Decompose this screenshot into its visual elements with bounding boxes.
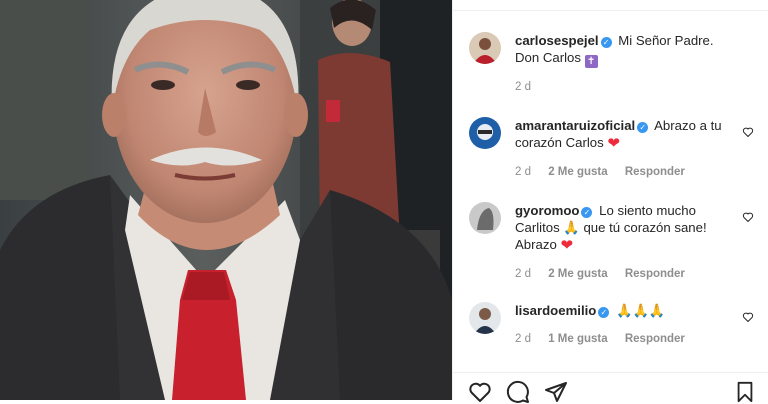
comment-meta: 2 d 2 Me gusta Responder [515, 166, 699, 178]
divider [453, 372, 768, 373]
post-photo[interactable] [0, 0, 452, 400]
timestamp[interactable]: 2 d [515, 268, 531, 280]
comment-item: lisardoemilio ✓ 🙏🙏🙏 2 d 1 Me gusta Respon… [469, 302, 754, 352]
cross-emoji: ✝ [584, 55, 598, 68]
heart-emoji: ❤ [560, 237, 574, 254]
comments-panel: carlosespejel ✓ Mi Señor Padre. Don Carlo… [452, 0, 768, 403]
avatar[interactable] [469, 32, 501, 64]
likes-count[interactable]: 2 Me gusta [548, 268, 607, 280]
username-link[interactable]: gyoromoo [515, 203, 579, 218]
post-photo-image [0, 0, 452, 400]
divider [453, 10, 768, 11]
like-comment-heart-icon[interactable] [742, 126, 754, 138]
likes-count[interactable]: 2 Me gusta [548, 166, 607, 178]
praying-hands-emoji: 🙏 [563, 220, 580, 235]
avatar-image [469, 302, 501, 334]
comment-item: amarantaruizoficial ✓ Abrazo a tu corazón… [469, 117, 754, 183]
avatar[interactable] [469, 302, 501, 334]
bookmark-icon[interactable] [734, 380, 756, 404]
reply-button[interactable]: Responder [625, 166, 685, 178]
avatar[interactable] [469, 202, 501, 234]
caption-text: carlosespejel ✓ Mi Señor Padre. Don Carlo… [515, 32, 728, 68]
username-link[interactable]: carlosespejel [515, 33, 599, 48]
verified-badge-icon: ✓ [598, 307, 610, 318]
reply-button[interactable]: Responder [625, 333, 685, 345]
comment-item: gyoromoo ✓ Lo siento mucho Carlitos 🙏 que… [469, 202, 754, 286]
comment-bubble-icon[interactable] [505, 380, 531, 404]
heart-outline-icon[interactable] [467, 380, 493, 404]
avatar-image [469, 117, 501, 149]
post-action-bar [467, 380, 756, 404]
username-link[interactable]: lisardoemilio [515, 303, 596, 318]
comment-text: amarantaruizoficial ✓ Abrazo a tu corazón… [515, 117, 728, 152]
praying-hands-emoji: 🙏🙏🙏 [616, 303, 666, 318]
comment-meta: 2 d 1 Me gusta Responder [515, 333, 699, 345]
avatar-image [469, 202, 501, 234]
comment-text: lisardoemilio ✓ 🙏🙏🙏 [515, 302, 728, 319]
avatar-image [469, 32, 501, 64]
username-link[interactable]: amarantaruizoficial [515, 118, 635, 133]
timestamp[interactable]: 2 d [515, 81, 531, 93]
timestamp[interactable]: 2 d [515, 333, 531, 345]
verified-badge-icon: ✓ [600, 37, 612, 48]
post-caption: carlosespejel ✓ Mi Señor Padre. Don Carlo… [469, 32, 754, 96]
like-comment-heart-icon[interactable] [742, 311, 754, 323]
comment-meta: 2 d 2 Me gusta Responder [515, 268, 699, 280]
caption-meta: 2 d [515, 81, 545, 93]
heart-emoji: ❤ [607, 135, 620, 152]
timestamp[interactable]: 2 d [515, 166, 531, 178]
comment-text: gyoromoo ✓ Lo siento mucho Carlitos 🙏 que… [515, 202, 728, 254]
reply-button[interactable]: Responder [625, 268, 685, 280]
verified-badge-icon: ✓ [637, 122, 649, 133]
avatar[interactable] [469, 117, 501, 149]
likes-count[interactable]: 1 Me gusta [548, 333, 607, 345]
like-comment-heart-icon[interactable] [742, 211, 754, 223]
verified-badge-icon: ✓ [581, 207, 593, 218]
paper-plane-icon[interactable] [543, 380, 569, 404]
